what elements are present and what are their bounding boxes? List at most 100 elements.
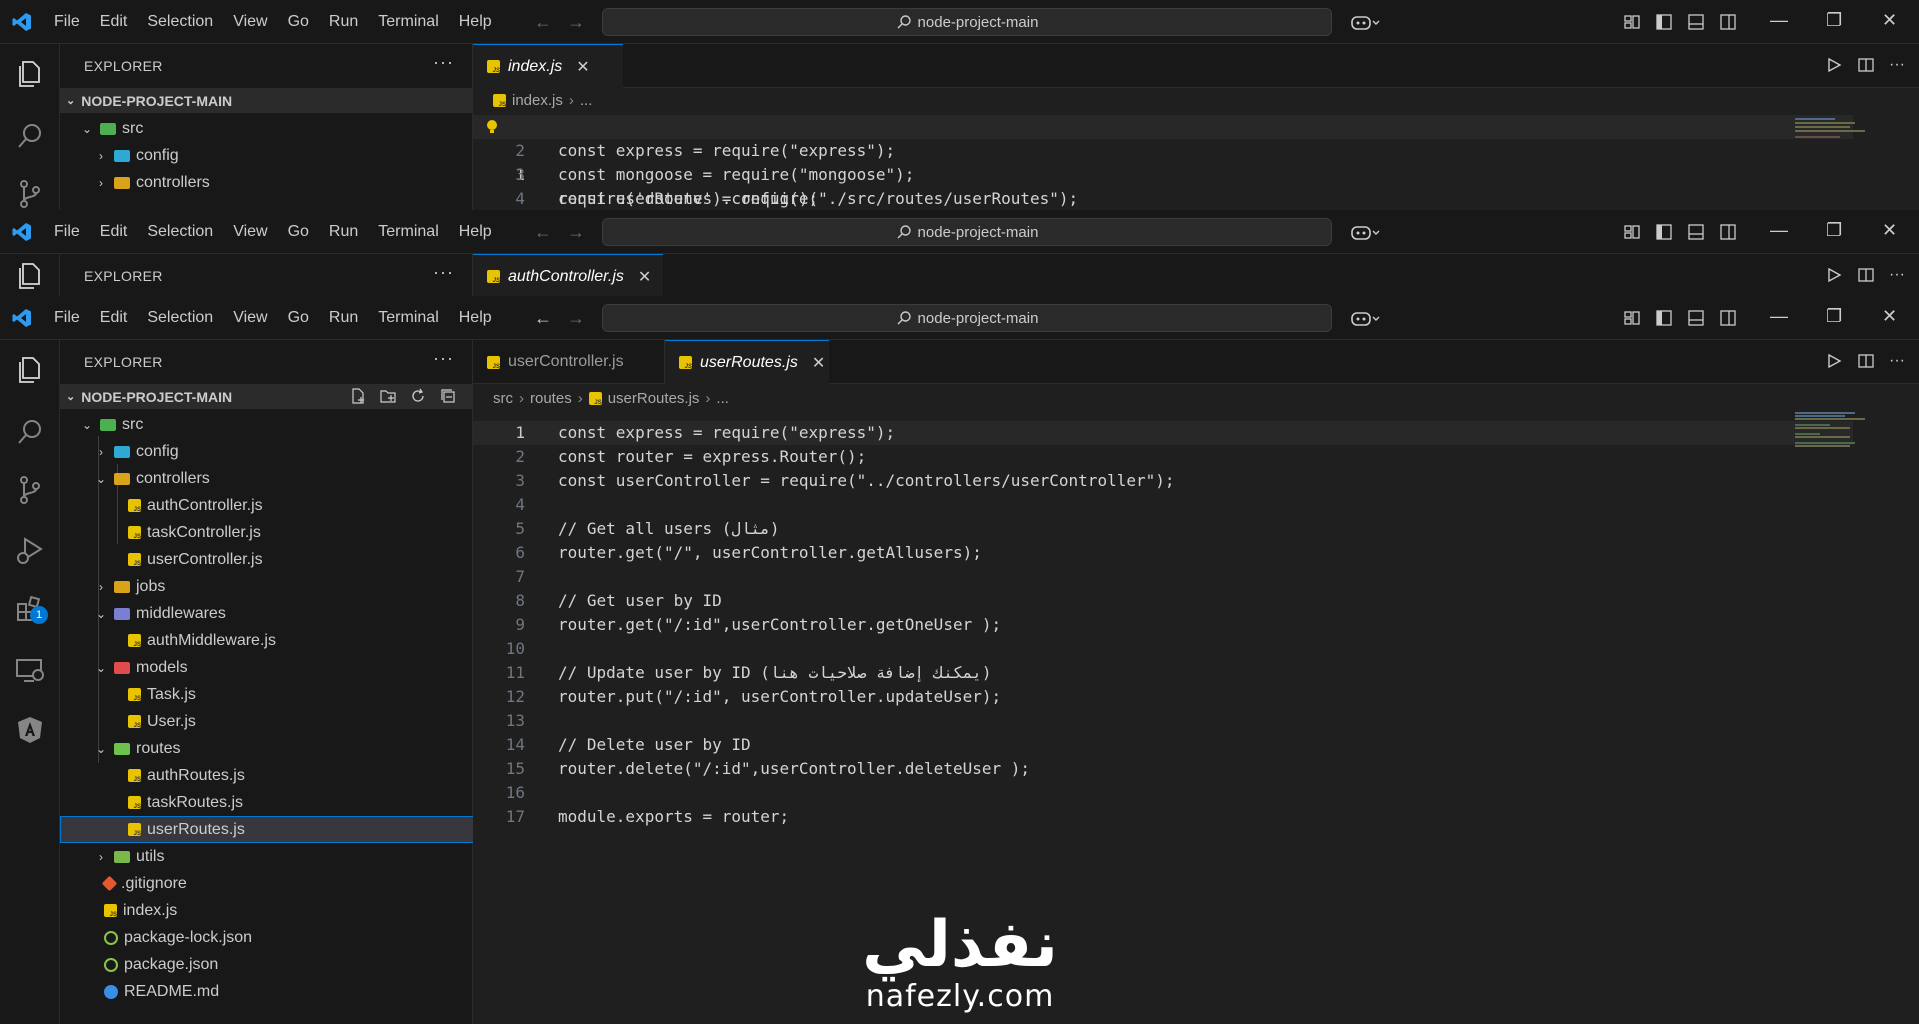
menu-selection[interactable]: Selection [137,223,223,241]
menu-help[interactable]: Help [449,13,502,31]
menu-file[interactable]: File [44,309,90,327]
tree-item-config[interactable]: › config [60,438,507,465]
tree-item-controllers[interactable]: ⌄ controllers [60,465,507,492]
copilot-icon[interactable] [1350,308,1380,328]
command-center-search[interactable]: node-project-main [602,8,1332,36]
tree-item-jobs[interactable]: › jobs [60,573,507,600]
tree-item-index-js[interactable]: index.js [60,897,517,924]
tree-item-usercontroller[interactable]: userController.js [60,546,541,573]
tree-item-src[interactable]: ⌄ src [60,411,493,438]
run-icon[interactable] [1825,56,1843,74]
breadcrumb-item[interactable]: index.js [512,92,563,109]
menu-edit[interactable]: Edit [90,309,138,327]
tab-index-js[interactable]: index.js ✕ [473,44,623,88]
toggle-panel-icon[interactable] [1686,308,1706,328]
toggle-primary-sidebar-icon[interactable] [1654,222,1674,242]
menu-edit[interactable]: Edit [90,223,138,241]
menu-go[interactable]: Go [278,223,319,241]
run-icon[interactable] [1825,266,1843,284]
menu-view[interactable]: View [223,13,277,31]
menu-terminal[interactable]: Terminal [368,223,448,241]
command-center-search[interactable]: node-project-main [602,218,1332,246]
forward-arrow-icon[interactable]: → [567,222,585,243]
tree-item-authmiddleware[interactable]: authMiddleware.js [60,627,541,654]
back-arrow-icon[interactable]: ← [534,308,552,329]
close-tab-icon[interactable]: ✕ [812,353,825,373]
menu-run[interactable]: Run [319,13,368,31]
tab-authcontroller-js[interactable]: authController.js ✕ [473,254,663,296]
project-section-header[interactable]: ⌄ NODE-PROJECT-MAIN [60,88,473,113]
explorer-icon[interactable] [14,260,46,292]
tab-userroutes-js[interactable]: userRoutes.js ✕ [665,340,829,384]
menu-view[interactable]: View [223,309,277,327]
tree-item-task-model[interactable]: Task.js [60,681,541,708]
customize-layout-icon[interactable] [1622,222,1642,242]
more-actions-icon[interactable]: ··· [1889,266,1905,284]
restore-icon[interactable]: ❐ [1826,10,1842,31]
copilot-icon[interactable] [1350,222,1380,242]
tree-item-userroutes[interactable]: userRoutes.js [60,816,541,843]
restore-icon[interactable]: ❐ [1826,220,1842,241]
minimize-icon[interactable]: — [1770,10,1788,31]
tree-item-src[interactable]: ⌄ src [60,115,493,142]
new-folder-icon[interactable] [379,387,397,405]
explorer-icon[interactable] [14,354,46,386]
breadcrumb-item[interactable]: routes [530,390,572,407]
menu-selection[interactable]: Selection [137,13,223,31]
back-arrow-icon[interactable]: ← [534,222,552,243]
menu-file[interactable]: File [44,223,90,241]
tree-item-package-json[interactable]: package.json [60,951,517,978]
tree-item-authroutes[interactable]: authRoutes.js [60,762,541,789]
new-file-icon[interactable] [349,387,367,405]
forward-arrow-icon[interactable]: → [567,308,585,329]
tree-item-user-model[interactable]: User.js [60,708,541,735]
tree-item-controllers[interactable]: › controllers [60,169,507,196]
angular-icon[interactable] [14,714,46,746]
menu-go[interactable]: Go [278,13,319,31]
tree-item-readme[interactable]: README.md [60,978,517,1005]
menu-help[interactable]: Help [449,223,502,241]
more-actions-icon[interactable]: ··· [1889,56,1905,74]
customize-layout-icon[interactable] [1622,12,1642,32]
close-window-icon[interactable]: ✕ [1882,220,1897,241]
run-icon[interactable] [1825,352,1843,370]
refresh-icon[interactable] [409,387,427,405]
menu-run[interactable]: Run [319,223,368,241]
toggle-primary-sidebar-icon[interactable] [1654,12,1674,32]
menu-selection[interactable]: Selection [137,309,223,327]
close-window-icon[interactable]: ✕ [1882,10,1897,31]
back-arrow-icon[interactable]: ← [534,12,552,33]
split-editor-icon[interactable] [1857,266,1875,284]
source-control-icon[interactable] [14,474,46,506]
source-control-icon[interactable] [14,178,46,210]
explorer-icon[interactable] [14,58,46,90]
breadcrumb-item[interactable]: userRoutes.js [608,390,700,407]
menu-view[interactable]: View [223,223,277,241]
toggle-secondary-sidebar-icon[interactable] [1718,12,1738,32]
tab-usercontroller-js[interactable]: userController.js [473,340,665,384]
collapse-all-icon[interactable] [439,387,457,405]
toggle-secondary-sidebar-icon[interactable] [1718,222,1738,242]
toggle-panel-icon[interactable] [1686,12,1706,32]
more-actions-icon[interactable]: ··· [1889,352,1905,370]
split-editor-icon[interactable] [1857,56,1875,74]
customize-layout-icon[interactable] [1622,308,1642,328]
breadcrumb-item[interactable]: src [493,390,513,407]
forward-arrow-icon[interactable]: → [567,12,585,33]
close-window-icon[interactable]: ✕ [1882,306,1897,327]
remote-explorer-icon[interactable] [14,654,46,686]
tree-item-config[interactable]: › config [60,142,507,169]
tree-item-routes[interactable]: ⌄ routes [60,735,507,762]
copilot-icon[interactable] [1350,12,1380,32]
more-actions-icon[interactable]: ··· [433,262,454,283]
run-and-debug-icon[interactable] [14,534,46,566]
minimize-icon[interactable]: — [1770,220,1788,241]
tree-item-taskcontroller[interactable]: taskController.js [60,519,541,546]
toggle-panel-icon[interactable] [1686,222,1706,242]
menu-help[interactable]: Help [449,309,502,327]
search-sidebar-icon[interactable] [14,416,46,448]
close-tab-icon[interactable]: ✕ [576,57,589,77]
tree-item-package-lock[interactable]: package-lock.json [60,924,517,951]
lightbulb-icon[interactable] [485,115,499,139]
search-sidebar-icon[interactable] [14,120,46,152]
